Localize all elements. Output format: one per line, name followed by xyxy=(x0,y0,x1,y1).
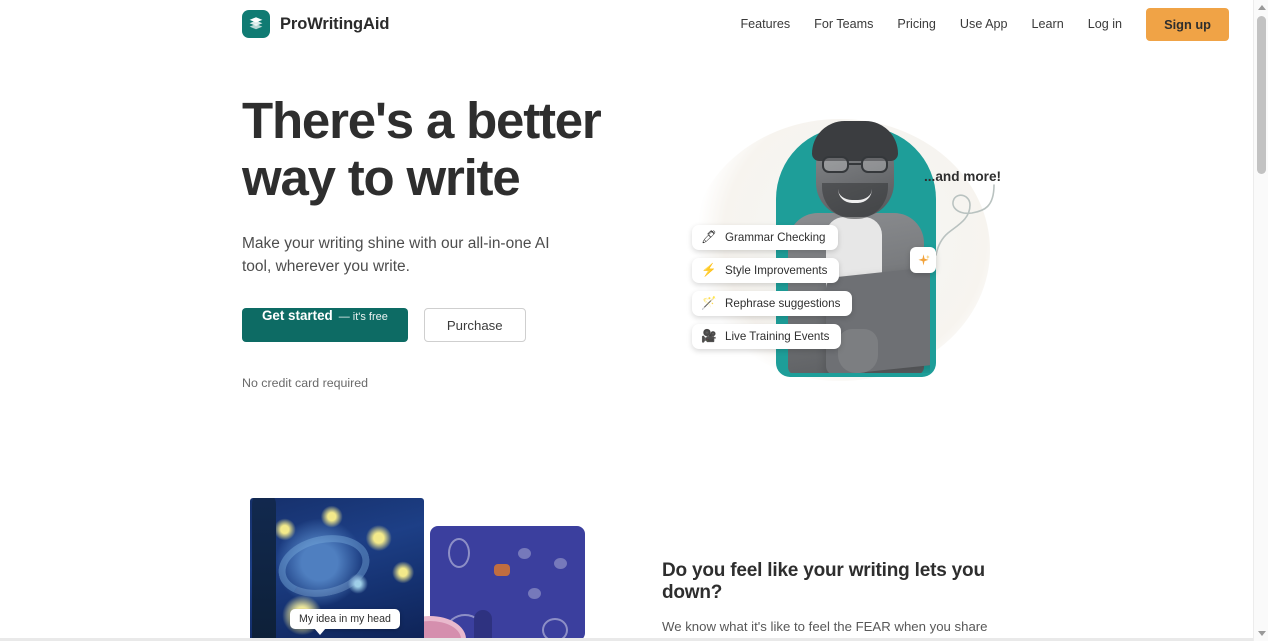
person-hair xyxy=(812,121,898,161)
nav-item-use-app[interactable]: Use App xyxy=(948,11,1020,37)
swirl-shape xyxy=(272,527,376,605)
nav-item-log-in[interactable]: Log in xyxy=(1076,11,1134,37)
scrollbar-thumb[interactable] xyxy=(1257,16,1266,174)
pen-icon: 🖊 xyxy=(701,230,717,245)
nav-item-for-teams[interactable]: For Teams xyxy=(802,11,885,37)
get-started-label: Get started xyxy=(262,308,333,323)
get-started-note: — it's free xyxy=(338,311,388,323)
sign-up-button[interactable]: Sign up xyxy=(1146,7,1229,41)
page-root: ProWritingAid Features For Teams Pricing… xyxy=(0,0,1268,641)
and-more-label: ...and more! xyxy=(924,169,1002,184)
chip-label: Grammar Checking xyxy=(725,231,826,244)
hero-illustration: 🖊 Grammar Checking ⚡ Style Improvements … xyxy=(660,105,1020,390)
chip-label: Style Improvements xyxy=(725,264,828,277)
brand-logo-link[interactable]: ProWritingAid xyxy=(242,10,389,38)
get-started-button[interactable]: Get started — it's free xyxy=(242,308,408,342)
hero-headline-line1: There's a better xyxy=(242,92,602,149)
hero-headline-line2: way to write xyxy=(242,149,521,206)
hero-headline: There's a better way to write xyxy=(242,92,602,206)
hero-cta-row: Get started — it's free Purchase xyxy=(242,308,602,342)
image-caption-tooltip: My idea in my head xyxy=(290,609,400,635)
curly-arrow-icon xyxy=(935,184,995,256)
chip-label: Live Training Events xyxy=(725,330,830,343)
hero-section: There's a better way to write Make your … xyxy=(242,92,602,390)
nav-item-learn[interactable]: Learn xyxy=(1020,11,1076,37)
nav-item-features[interactable]: Features xyxy=(728,11,802,37)
comparison-images: My idea in my head xyxy=(250,498,590,641)
scroll-down-arrow-icon[interactable] xyxy=(1258,631,1266,636)
purchase-button[interactable]: Purchase xyxy=(423,308,526,342)
wand-icon: 🪄 xyxy=(701,296,717,311)
cypress-shape xyxy=(252,498,276,641)
orange-accent xyxy=(494,564,510,576)
bolt-icon: ⚡ xyxy=(701,263,717,278)
lower-heading: Do you feel like your writing lets you d… xyxy=(662,560,985,603)
main-navigation: Features For Teams Pricing Use App Learn… xyxy=(728,7,1229,41)
chip-grammar-checking[interactable]: 🖊 Grammar Checking xyxy=(692,225,838,250)
glasses-icon xyxy=(822,156,888,173)
hero-subheadline: Make your writing shine with our all-in-… xyxy=(242,235,550,275)
cypress-shape xyxy=(474,610,492,641)
camera-icon: 🎥 xyxy=(701,329,717,344)
site-header: ProWritingAid Features For Teams Pricing… xyxy=(0,0,1251,48)
feature-chip-list: 🖊 Grammar Checking ⚡ Style Improvements … xyxy=(692,225,853,349)
chip-style-improvements[interactable]: ⚡ Style Improvements xyxy=(692,258,840,283)
no-credit-card-note: No credit card required xyxy=(242,376,369,390)
chip-rephrase-suggestions[interactable]: 🪄 Rephrase suggestions xyxy=(692,291,853,316)
sparkles-icon xyxy=(910,247,936,273)
vertical-scrollbar[interactable] xyxy=(1253,0,1268,641)
chip-live-training-events[interactable]: 🎥 Live Training Events xyxy=(692,324,842,349)
lower-text-block: Do you feel like your writing lets you d… xyxy=(662,560,1018,641)
scroll-up-arrow-icon[interactable] xyxy=(1258,5,1266,10)
nav-item-pricing[interactable]: Pricing xyxy=(885,11,948,37)
book-check-icon xyxy=(242,10,270,38)
brand-name: ProWritingAid xyxy=(280,14,390,33)
chip-label: Rephrase suggestions xyxy=(725,297,841,310)
